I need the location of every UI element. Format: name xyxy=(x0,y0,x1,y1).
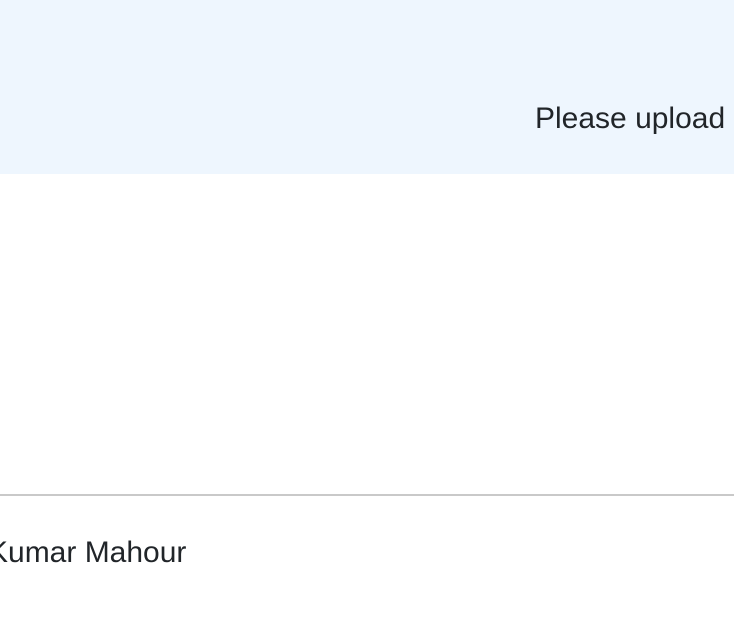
info-banner: Please upload xyxy=(0,0,734,174)
page: Please upload Kumar Mahour xyxy=(0,0,734,630)
content-area xyxy=(0,174,734,494)
divider xyxy=(0,494,734,496)
banner-message: Please upload xyxy=(535,102,726,135)
footer-author-name: Kumar Mahour xyxy=(0,536,187,569)
